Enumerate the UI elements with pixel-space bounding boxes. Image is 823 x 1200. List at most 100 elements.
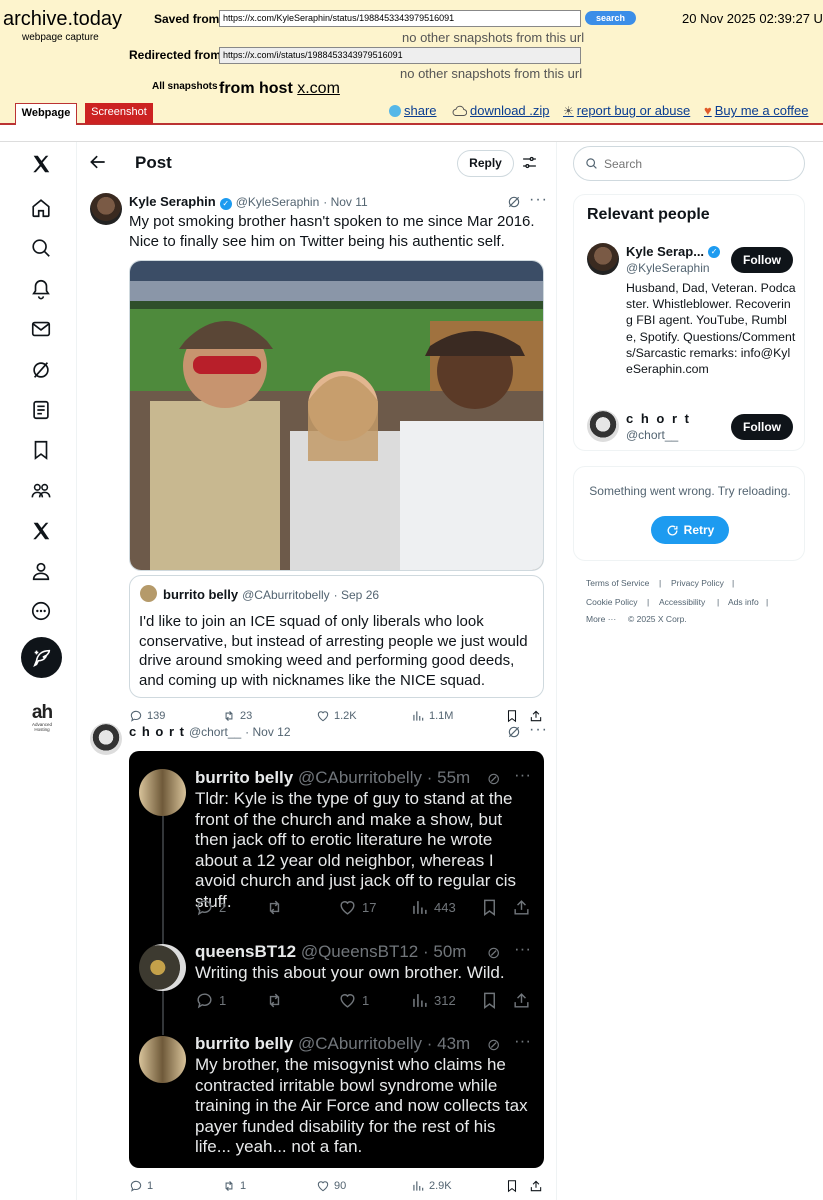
saved-url-input[interactable]: https://x.com/KyleSeraphin/status/198845… <box>219 10 581 27</box>
archive-subtitle: webpage capture <box>22 32 99 43</box>
person-handle[interactable]: @chort__ <box>626 428 678 442</box>
post-date[interactable]: · Nov 11 <box>323 195 367 209</box>
reply-share-button[interactable] <box>529 1179 543 1193</box>
filter-button[interactable] <box>521 154 538 176</box>
verified-badge-icon: ✓ <box>708 245 721 258</box>
reply-author-handle[interactable]: @chort__ <box>189 725 241 739</box>
home-icon[interactable] <box>27 194 55 222</box>
compose-post-button[interactable] <box>21 637 62 678</box>
embedded-likes: 17 <box>338 898 376 917</box>
bookmark-button[interactable] <box>505 709 519 723</box>
messages-icon[interactable] <box>27 315 55 343</box>
x-logo-icon[interactable] <box>27 150 55 178</box>
person-avatar[interactable] <box>587 243 619 275</box>
post-photo[interactable] <box>129 260 544 571</box>
reply-icon <box>130 710 142 722</box>
heart-icon: ♥ <box>704 103 712 118</box>
lists-icon[interactable] <box>27 396 55 424</box>
download-link[interactable]: download .zip <box>452 103 550 118</box>
tab-webpage[interactable]: Webpage <box>15 103 77 125</box>
embedded-share <box>512 991 531 1010</box>
reply-date[interactable]: · Nov 12 <box>245 725 290 739</box>
footer-terms[interactable]: Terms of Service <box>586 578 649 588</box>
embedded-header: burrito belly @CAburritobelly · 55m <box>195 768 471 787</box>
footer-copyright: © 2025 X Corp. <box>628 614 687 624</box>
search-input[interactable] <box>604 156 784 171</box>
refresh-icon <box>667 525 678 535</box>
reply-more-options-icon[interactable]: ··· <box>529 721 548 739</box>
back-button[interactable] <box>88 152 108 177</box>
footer-privacy[interactable]: Privacy Policy <box>671 578 724 588</box>
like-count[interactable]: 1.2K <box>316 709 357 723</box>
reply-button[interactable]: Reply <box>457 150 514 177</box>
thread-line <box>162 987 164 1035</box>
repost-count[interactable]: 23 <box>222 709 252 723</box>
reply-author-name[interactable]: c h o r t <box>129 724 185 739</box>
embedded-views: 443 <box>410 898 456 917</box>
follow-button[interactable]: Follow <box>731 414 793 440</box>
views-icon <box>413 711 424 721</box>
footer-ads[interactable]: Ads info <box>728 597 759 607</box>
avatar[interactable] <box>90 193 122 225</box>
footer-cookie[interactable]: Cookie Policy <box>586 597 638 607</box>
reply-reply-count[interactable]: 1 <box>129 1179 153 1193</box>
reply-avatar[interactable] <box>90 723 122 755</box>
reply-icon <box>197 993 212 1009</box>
footer-more[interactable]: More ··· <box>586 614 616 624</box>
follow-button[interactable]: Follow <box>731 247 793 273</box>
premium-x-icon[interactable] <box>27 517 55 545</box>
grok-icon: ⊘ <box>487 1037 501 1054</box>
more-icon[interactable] <box>27 597 55 625</box>
footer-accessibility[interactable]: Accessibility <box>659 597 705 607</box>
heart-icon <box>340 994 355 1008</box>
reply-grok-icon[interactable] <box>507 725 521 744</box>
coffee-link[interactable]: ♥ Buy me a coffee <box>704 103 808 118</box>
person-name[interactable]: c h o r t <box>626 411 691 426</box>
view-count[interactable]: 1.1M <box>411 709 453 723</box>
host-link[interactable]: x.com <box>297 80 340 97</box>
person-handle[interactable]: @KyleSeraphin <box>626 261 710 275</box>
reply-view-count[interactable]: 2.9K <box>411 1179 452 1193</box>
more-options-icon: ··· <box>514 765 531 784</box>
bookmarks-icon[interactable] <box>27 436 55 464</box>
author-name[interactable]: Kyle Seraphin <box>129 194 216 209</box>
quote-author-handle: @CAburritobelly <box>242 588 330 602</box>
share-icon <box>530 1180 542 1192</box>
reply-icon <box>197 900 212 916</box>
embedded-avatar <box>139 769 186 816</box>
communities-icon[interactable] <box>27 477 55 505</box>
embedded-replies: 2 <box>195 898 226 917</box>
quoted-post[interactable]: burrito belly @CAburritobelly · Sep 26 I… <box>129 575 544 698</box>
search-box[interactable] <box>573 146 805 181</box>
notifications-icon[interactable] <box>27 275 55 303</box>
redirected-url-field[interactable]: https://x.com/i/status/19884533439795160… <box>219 47 581 64</box>
search-button[interactable]: search <box>585 11 636 25</box>
heart-icon <box>317 1181 329 1192</box>
grok-icon[interactable] <box>27 356 55 384</box>
retry-button[interactable]: Retry <box>651 516 729 544</box>
embedded-header: burrito belly @CAburritobelly · 43m <box>195 1034 471 1053</box>
profile-icon[interactable] <box>27 557 55 585</box>
person-avatar[interactable] <box>587 410 619 442</box>
person-name-row: Kyle Serap... ✓ <box>626 244 721 259</box>
footer-sep: | <box>766 597 769 607</box>
explore-icon[interactable] <box>27 234 55 262</box>
embedded-avatar <box>139 944 186 991</box>
reply-count[interactable]: 139 <box>129 709 165 723</box>
bookmark-icon <box>507 1180 517 1193</box>
more-options-icon[interactable]: ··· <box>529 191 548 209</box>
share-link[interactable]: share <box>389 103 437 118</box>
author-handle[interactable]: @KyleSeraphin <box>236 195 320 209</box>
grok-icon: ⊘ <box>487 945 501 962</box>
report-link[interactable]: ☀ report bug or abuse <box>563 103 690 118</box>
reply-like-count[interactable]: 90 <box>316 1179 346 1193</box>
tab-screenshot[interactable]: Screenshot <box>85 103 153 124</box>
footer-sep: | <box>717 597 720 607</box>
reply-bookmark-button[interactable] <box>505 1179 519 1193</box>
person-name[interactable]: Kyle Serap... <box>626 244 704 259</box>
reply-repost-count[interactable]: 1 <box>222 1179 246 1193</box>
bookmark-icon <box>507 710 517 723</box>
reply-image[interactable]: burrito belly @CAburritobelly · 55m ⊘ ··… <box>129 751 544 1168</box>
snapshot-date: 20 Nov 2025 02:39:27 UTC <box>682 11 823 26</box>
archive-logo[interactable]: archive.today <box>3 8 122 31</box>
